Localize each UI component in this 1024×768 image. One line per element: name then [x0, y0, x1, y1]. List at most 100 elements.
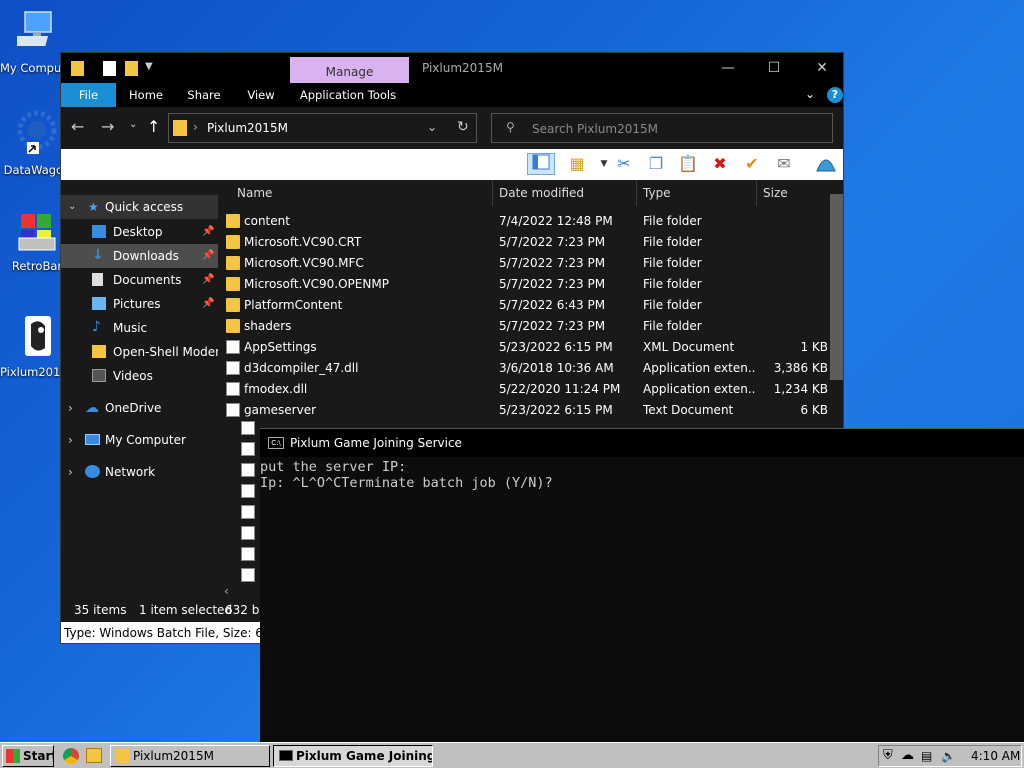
file-name: gameserver — [244, 403, 317, 417]
console-icon: C:\ — [268, 437, 284, 449]
file-date: 5/7/2022 7:23 PM — [499, 235, 606, 249]
quick-access-dropdown-icon[interactable]: ▼ — [145, 61, 153, 72]
desktop-icon — [92, 225, 106, 238]
cut-icon[interactable]: ✂ — [613, 153, 635, 175]
file-row[interactable]: d3dcompiler_47.dll 3/6/2018 10:36 AM Appli… — [218, 358, 828, 379]
delete-icon[interactable]: ✖ — [709, 153, 731, 175]
onedrive-icon[interactable]: ☁ — [901, 746, 914, 766]
volume-icon[interactable]: 🔈 — [941, 746, 956, 766]
file-icon — [226, 340, 240, 354]
file-name: Microsoft.VC90.OPENMP — [244, 277, 389, 291]
start-button[interactable]: Start — [2, 745, 54, 767]
windows-logo-icon — [6, 749, 20, 763]
column-header-name[interactable]: Name — [218, 180, 493, 206]
column-header-type[interactable]: Type — [637, 180, 757, 206]
vertical-scrollbar[interactable] — [830, 194, 843, 380]
nav-pictures[interactable]: Pictures 📌 — [61, 292, 218, 316]
file-name: Microsoft.VC90.CRT — [244, 235, 362, 249]
file-size: 1 KB — [800, 340, 828, 354]
console-output[interactable]: put the server IP: Ip: ^L^O^CTerminate b… — [260, 459, 553, 491]
up-arrow-icon[interactable]: ↑ — [147, 117, 160, 136]
ribbon-expand-icon[interactable]: ⌄ — [805, 87, 815, 101]
address-bar[interactable]: › Pixlum2015M ⌄ ↻ — [168, 113, 477, 143]
folder-icon — [226, 277, 240, 291]
nav-desktop[interactable]: Desktop 📌 — [61, 220, 218, 244]
help-icon[interactable]: ? — [827, 87, 843, 103]
clock[interactable]: 4:10 AM — [971, 746, 1020, 766]
file-date: 5/7/2022 7:23 PM — [499, 319, 606, 333]
explorer-quicklaunch-icon[interactable] — [86, 748, 102, 763]
nav-quick-access[interactable]: ⌄ ★ Quick access — [61, 195, 218, 219]
search-input[interactable]: ⚲ Search Pixlum2015M — [491, 113, 833, 143]
tab-home[interactable]: Home — [119, 83, 173, 107]
folder-icon — [116, 749, 129, 763]
ribbon-tabs: File Home Share View Application Tools ⌄… — [61, 83, 843, 107]
maximize-button[interactable]: ☐ — [751, 53, 797, 83]
pin-icon: 📌 — [202, 250, 215, 261]
nav-my-computer[interactable]: › My Computer — [61, 428, 218, 452]
back-arrow-icon[interactable]: ← — [71, 117, 84, 136]
file-date: 5/23/2022 6:15 PM — [499, 403, 613, 417]
tab-share[interactable]: Share — [177, 83, 231, 107]
console-window[interactable]: C:\ Pixlum Game Joining Service put the … — [260, 428, 1024, 742]
file-row[interactable]: content 7/4/2022 12:48 PM File folder — [218, 211, 815, 232]
file-row[interactable]: Microsoft.VC90.CRT 5/7/2022 7:23 PM File f… — [218, 232, 815, 253]
column-header-size[interactable]: Size — [757, 180, 830, 206]
nav-documents[interactable]: Documents 📌 — [61, 268, 218, 292]
recent-locations-chevron-icon[interactable]: ⌄ — [129, 119, 137, 130]
explorer-titlebar[interactable]: ▼ Manage Pixlum2015M — ☐ ✕ — [61, 53, 843, 84]
preview-pane-icon[interactable] — [527, 153, 555, 175]
new-folder-icon[interactable] — [125, 61, 138, 76]
file-row[interactable]: gameserver 5/23/2022 6:15 PM Text Document… — [218, 400, 828, 421]
file-name: AppSettings — [244, 340, 317, 354]
scroll-left-icon[interactable]: ‹ — [224, 584, 229, 598]
file-icon — [241, 526, 255, 540]
nav-downloads[interactable]: ↓ Downloads 📌 — [61, 244, 218, 268]
properties-icon[interactable] — [103, 61, 116, 76]
file-row[interactable]: shaders 5/7/2022 7:23 PM File folder — [218, 316, 815, 337]
views-dropdown-icon[interactable]: ▼ — [593, 153, 615, 175]
file-icon — [241, 568, 255, 582]
file-row[interactable]: PlatformContent 5/7/2022 6:43 PM File fold… — [218, 295, 815, 316]
close-button[interactable]: ✕ — [799, 53, 843, 83]
tab-view[interactable]: View — [235, 83, 287, 107]
console-titlebar[interactable]: C:\ Pixlum Game Joining Service — [260, 429, 1024, 457]
column-header-date[interactable]: Date modified — [493, 180, 637, 206]
properties-check-icon[interactable]: ✔ — [741, 153, 763, 175]
copy-icon[interactable]: ❐ — [645, 153, 667, 175]
file-row[interactable]: fmodex.dll 5/22/2020 11:24 PM Application … — [218, 379, 828, 400]
folder-icon — [226, 214, 240, 228]
nav-videos[interactable]: Videos — [61, 364, 218, 388]
chrome-icon[interactable] — [63, 748, 79, 764]
tab-manage[interactable]: Manage — [290, 57, 409, 84]
security-shield-icon[interactable]: ⛨ — [883, 746, 893, 766]
retrobar-icon — [18, 214, 56, 251]
network-icon[interactable]: ▤ — [921, 746, 932, 766]
minimize-button[interactable]: — — [705, 53, 751, 83]
nav-open-shell-modern[interactable]: Open-Shell Modern — [61, 340, 218, 364]
address-path[interactable]: Pixlum2015M — [207, 121, 288, 135]
tab-application-tools[interactable]: Application Tools — [293, 83, 403, 107]
taskbar-button-console[interactable]: Pixlum Game Joining... — [273, 745, 433, 767]
file-row[interactable]: AppSettings 5/23/2022 6:15 PM XML Document… — [218, 337, 828, 358]
taskbar-button-explorer[interactable]: Pixlum2015M — [110, 745, 270, 767]
views-icon[interactable]: ▦ — [566, 153, 588, 175]
pin-icon: 📌 — [202, 226, 215, 237]
paste-icon[interactable]: 📋 — [677, 153, 699, 175]
nav-music[interactable]: ♪ Music — [61, 316, 218, 340]
file-row[interactable]: Microsoft.VC90.OPENMP 5/7/2022 7:23 PM Fil… — [218, 274, 815, 295]
nav-network[interactable]: › Network — [61, 460, 218, 484]
nav-label: Network — [105, 465, 156, 479]
address-dropdown-icon[interactable]: ⌄ — [427, 120, 437, 134]
forward-arrow-icon[interactable]: → — [101, 117, 114, 136]
tab-file[interactable]: File — [61, 83, 116, 107]
search-placeholder: Search Pixlum2015M — [532, 122, 658, 136]
email-icon[interactable]: ✉ — [773, 153, 795, 175]
file-icon — [226, 403, 240, 417]
nav-onedrive[interactable]: › ☁ OneDrive — [61, 396, 218, 420]
cloud-icon: ☁ — [85, 400, 99, 416]
refresh-icon[interactable]: ↻ — [457, 119, 469, 135]
folder-icon — [226, 319, 240, 333]
file-row[interactable]: Microsoft.VC90.MFC 5/7/2022 7:23 PM File f… — [218, 253, 815, 274]
open-shell-icon[interactable] — [813, 153, 839, 175]
